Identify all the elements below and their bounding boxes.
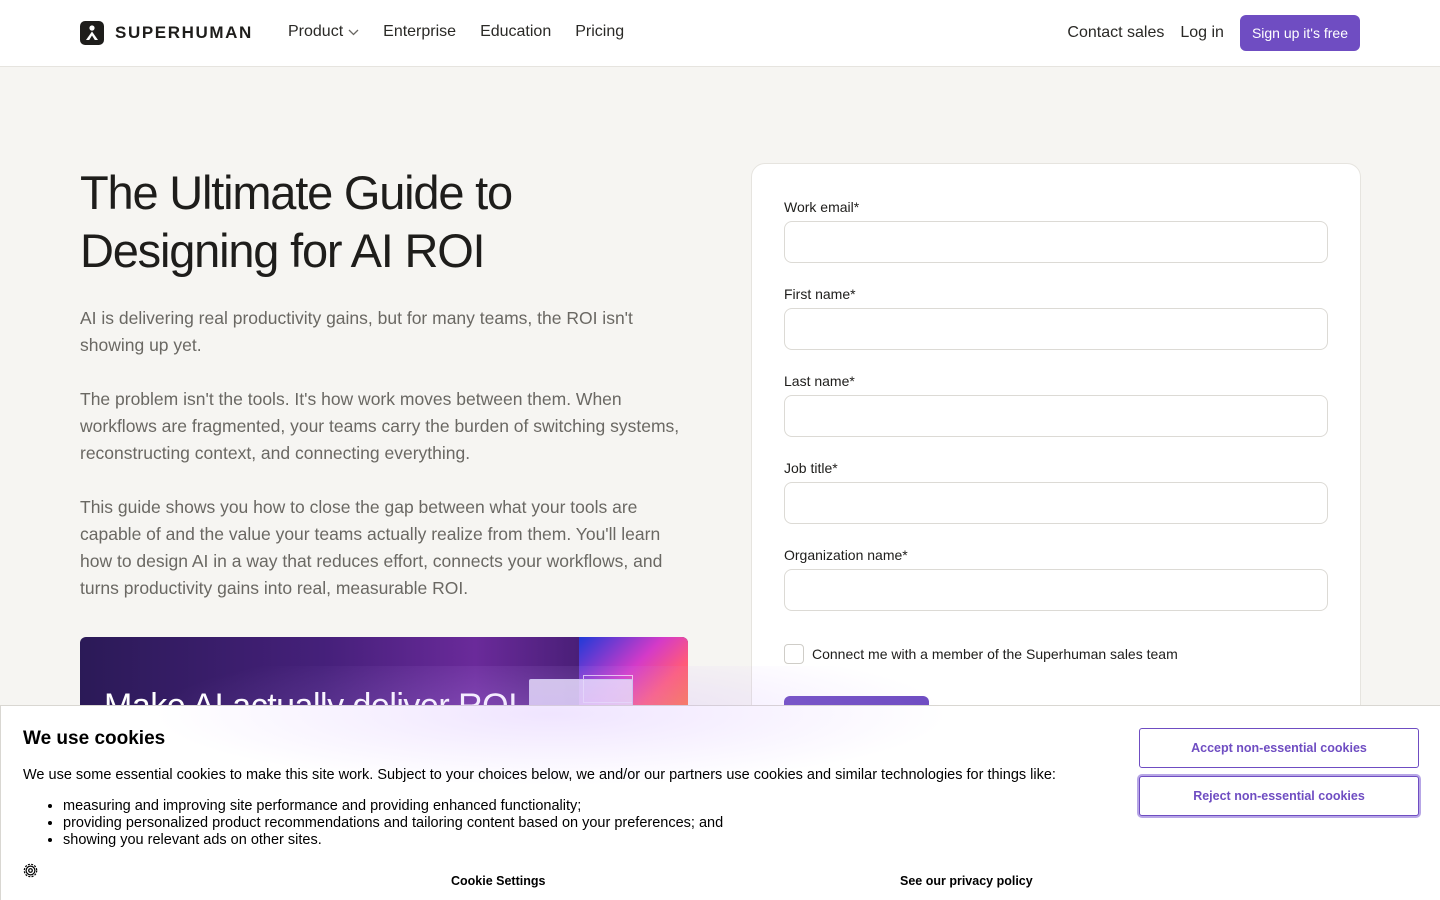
work-email-label: Work email*	[784, 199, 860, 215]
page-title: The Ultimate Guide to Designing for AI R…	[80, 164, 700, 280]
nav-item-education[interactable]: Education	[480, 23, 551, 41]
nav-item-pricing[interactable]: Pricing	[575, 23, 624, 41]
first-name-input[interactable]	[784, 308, 1328, 350]
organization-name-label: Organization name*	[784, 547, 908, 563]
nav-item-label: Pricing	[575, 23, 625, 40]
hero-paragraph: This guide shows you how to close the ga…	[80, 497, 663, 598]
cookie-banner: We use cookies We use some essential coo…	[0, 666, 1440, 900]
list-item: providing personalized product recommend…	[63, 815, 723, 832]
nav-item-product[interactable]: Product	[288, 23, 359, 41]
list-item: measuring and improving site performance…	[63, 798, 723, 815]
job-title-label: Job title*	[784, 460, 838, 476]
cookie-purpose-list: measuring and improving site performance…	[63, 798, 723, 849]
sales-contact-label[interactable]: Connect me with a member of the Superhum…	[812, 646, 1178, 662]
cookie-title: We use cookies	[23, 728, 166, 749]
sales-contact-checkbox[interactable]	[784, 644, 804, 664]
nav-item-label: Education	[480, 23, 552, 40]
brand-name: SUPERHUMAN	[115, 23, 253, 42]
nav-item-label: Enterprise	[383, 23, 457, 40]
cookie-settings-link[interactable]: Cookie Settings	[451, 874, 545, 888]
hero-paragraph: AI is delivering real productivity gains…	[80, 308, 633, 355]
sales-contact-option: Connect me with a member of the Superhum…	[784, 644, 1178, 664]
site-header: SUPERHUMAN Product Enterprise Education …	[0, 0, 1440, 67]
privacy-policy-link[interactable]: See our privacy policy	[900, 874, 1033, 888]
contact-sales-link[interactable]: Contact sales	[1067, 24, 1164, 42]
first-name-label: First name*	[784, 286, 856, 302]
page-title-line: The Ultimate Guide to	[80, 166, 513, 219]
main-nav: Product Enterprise Education Pricing	[288, 23, 648, 41]
nav-item-label: Product	[288, 23, 344, 40]
superhuman-logo-icon	[80, 21, 104, 45]
brand-logo[interactable]: SUPERHUMAN	[80, 21, 253, 45]
accept-cookies-button[interactable]: Accept non-essential cookies	[1139, 728, 1419, 768]
list-item: showing you relevant ads on other sites.	[63, 832, 723, 849]
cookie-intro: We use some essential cookies to make th…	[23, 767, 1056, 783]
last-name-label: Last name*	[784, 373, 855, 389]
hero-paragraph: The problem isn't the tools. It's how wo…	[80, 389, 680, 463]
login-link[interactable]: Log in	[1180, 24, 1224, 42]
signup-button[interactable]: Sign up it's free	[1239, 15, 1360, 51]
download-form: Work email* First name* Last name* Job t…	[751, 163, 1361, 763]
organization-name-input[interactable]	[784, 569, 1328, 611]
reject-cookies-button[interactable]: Reject non-essential cookies	[1139, 776, 1419, 816]
job-title-input[interactable]	[784, 482, 1328, 524]
gear-icon[interactable]	[22, 862, 39, 879]
chevron-down-icon	[348, 29, 359, 36]
header-actions: Contact sales Log in Sign up it's free	[1067, 15, 1360, 51]
nav-item-enterprise[interactable]: Enterprise	[383, 23, 456, 41]
last-name-input[interactable]	[784, 395, 1328, 437]
work-email-input[interactable]	[784, 221, 1328, 263]
page-title-line: Designing for AI ROI	[80, 224, 486, 277]
